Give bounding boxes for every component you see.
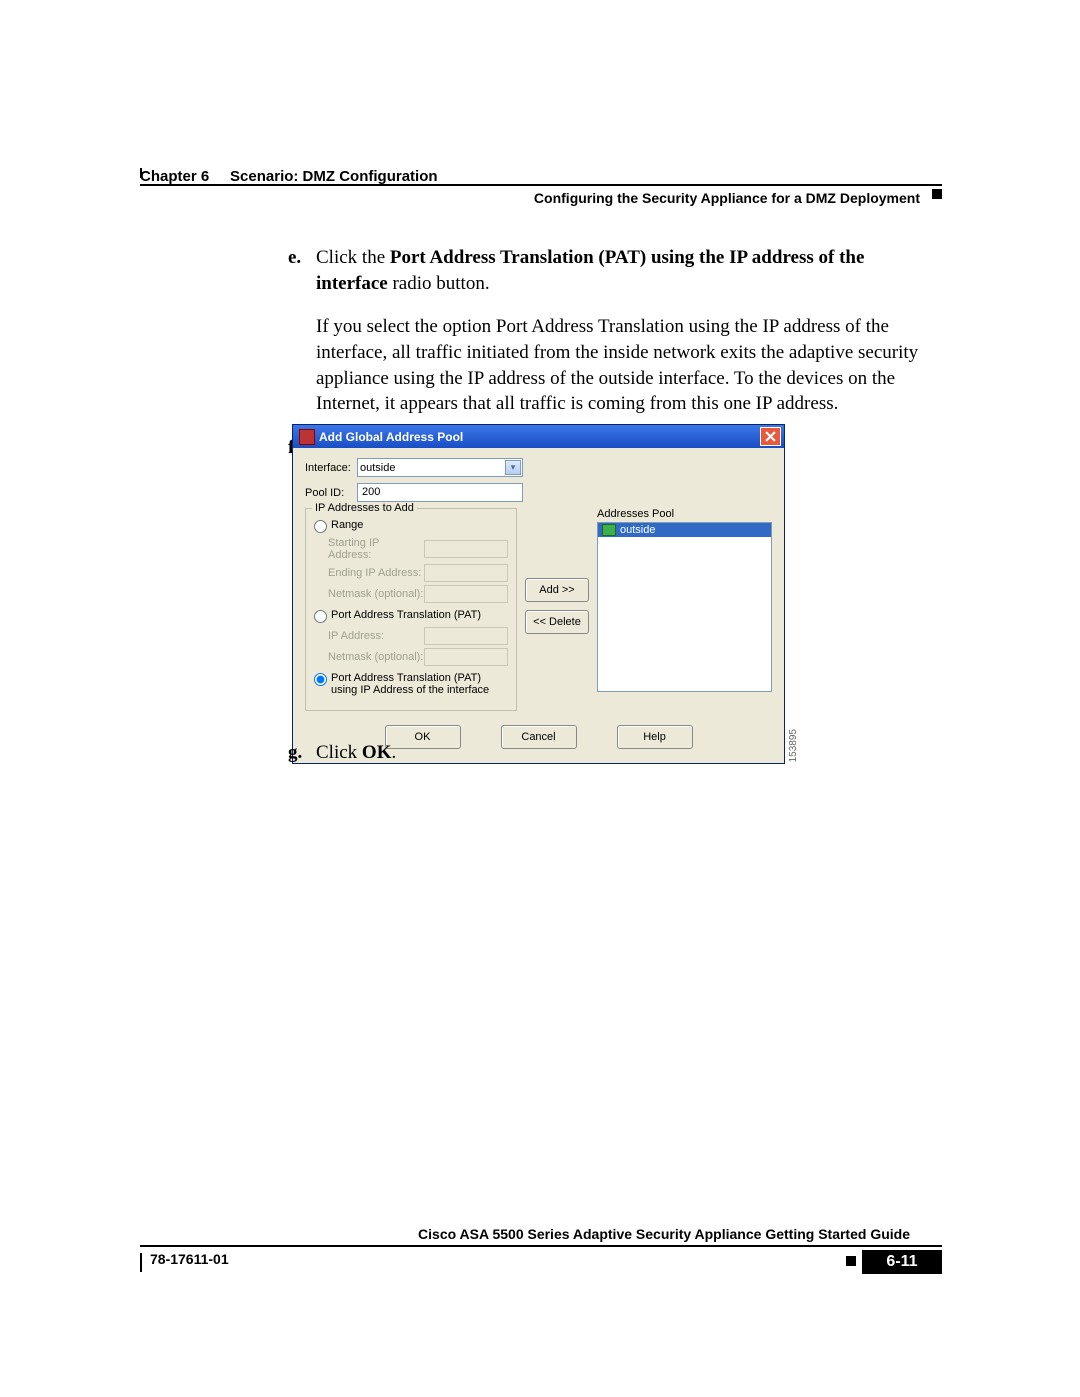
pat-netmask-label: Netmask (optional): bbox=[328, 651, 424, 663]
interface-value: outside bbox=[360, 462, 395, 474]
range-radio[interactable] bbox=[314, 520, 327, 533]
dialog-title: Add Global Address Pool bbox=[319, 430, 760, 444]
step-text: Click OK. bbox=[316, 742, 396, 763]
range-radio-row[interactable]: Range bbox=[314, 519, 508, 533]
netmask-label: Netmask (optional): bbox=[328, 588, 424, 600]
pat-ip-label: IP Address: bbox=[328, 630, 424, 642]
add-button[interactable]: Add >> bbox=[525, 578, 589, 602]
pool-item-label: outside bbox=[620, 524, 655, 536]
transfer-buttons: Add >> << Delete bbox=[525, 578, 589, 634]
dialog-figure: Add Global Address Pool Interface: outsi… bbox=[292, 424, 785, 764]
pat-ip-input[interactable] bbox=[424, 627, 508, 645]
addresses-pool-label: Addresses Pool bbox=[597, 508, 772, 520]
footer-rule bbox=[140, 1245, 942, 1247]
interface-label: Interface: bbox=[305, 462, 357, 474]
pat-netmask-input[interactable] bbox=[424, 648, 508, 666]
pat-radio-row[interactable]: Port Address Translation (PAT) bbox=[314, 609, 508, 623]
pat-interface-label: Port Address Translation (PAT) using IP … bbox=[331, 672, 508, 696]
step-e-paragraph: If you select the option Port Address Tr… bbox=[316, 314, 940, 417]
pat-label: Port Address Translation (PAT) bbox=[331, 609, 481, 621]
start-ip-label: Starting IP Address: bbox=[328, 537, 424, 561]
addresses-pool-list[interactable]: outside bbox=[597, 522, 772, 692]
step-text: Click the Port Address Translation (PAT)… bbox=[316, 247, 864, 294]
page-number: 6-11 bbox=[862, 1250, 942, 1274]
poolid-label: Pool ID: bbox=[305, 487, 357, 499]
running-header: Chapter 6 Scenario: DMZ Configuration bbox=[140, 168, 942, 185]
pat-radio[interactable] bbox=[314, 610, 327, 623]
chevron-down-icon: ▾ bbox=[505, 460, 521, 475]
delete-button[interactable]: << Delete bbox=[525, 610, 589, 634]
start-ip-input[interactable] bbox=[424, 540, 508, 558]
interface-icon bbox=[602, 524, 616, 536]
ip-addresses-fieldset: IP Addresses to Add Range Starting IP Ad… bbox=[305, 508, 517, 711]
close-button[interactable] bbox=[760, 427, 781, 446]
step-g: g. Click OK. bbox=[288, 740, 940, 766]
end-ip-label: Ending IP Address: bbox=[328, 567, 424, 579]
titlebar: Add Global Address Pool bbox=[293, 425, 784, 448]
end-ip-input[interactable] bbox=[424, 564, 508, 582]
header-square-icon bbox=[932, 189, 942, 199]
pool-item[interactable]: outside bbox=[598, 523, 771, 537]
range-label: Range bbox=[331, 519, 363, 531]
step-marker: g. bbox=[288, 740, 302, 766]
chapter-title: Scenario: DMZ Configuration bbox=[230, 168, 438, 185]
header-rule bbox=[140, 184, 942, 186]
step-e: e. Click the Port Address Translation (P… bbox=[288, 245, 940, 296]
step-marker: e. bbox=[288, 245, 301, 271]
dialog-window: Add Global Address Pool Interface: outsi… bbox=[292, 424, 785, 764]
footer-guide-title: Cisco ASA 5500 Series Adaptive Security … bbox=[418, 1226, 910, 1242]
app-icon bbox=[299, 429, 315, 445]
section-title: Configuring the Security Appliance for a… bbox=[534, 190, 920, 206]
footer-square-icon bbox=[846, 1256, 856, 1266]
footer-part-number: 78-17611-01 bbox=[150, 1251, 229, 1267]
chapter-label: Chapter 6 bbox=[140, 168, 209, 185]
close-icon bbox=[765, 431, 776, 442]
netmask-input[interactable] bbox=[424, 585, 508, 603]
fieldset-legend: IP Addresses to Add bbox=[312, 502, 417, 514]
interface-select[interactable]: outside ▾ bbox=[357, 458, 523, 477]
pat-interface-radio-row[interactable]: Port Address Translation (PAT) using IP … bbox=[314, 672, 508, 696]
poolid-input[interactable]: 200 bbox=[357, 483, 523, 502]
footer-tick bbox=[140, 1253, 142, 1272]
pat-interface-radio[interactable] bbox=[314, 673, 327, 686]
